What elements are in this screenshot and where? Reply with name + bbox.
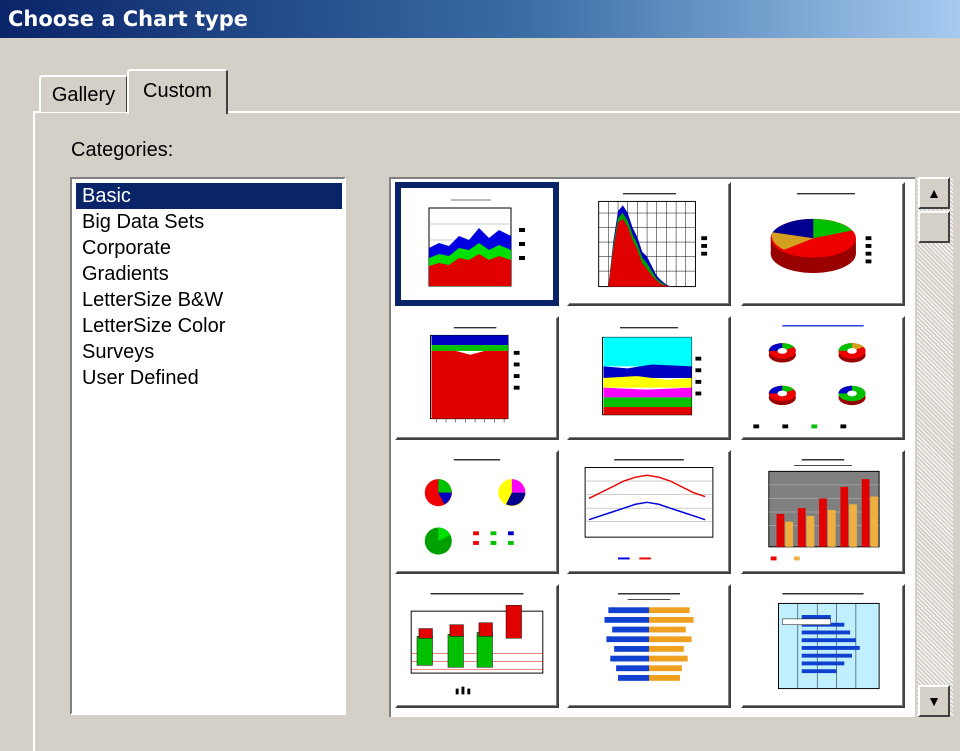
area-peak-preview: [598, 192, 708, 288]
chart-type-gallery: [389, 177, 915, 717]
category-item[interactable]: User Defined: [76, 365, 342, 391]
scroll-down-button[interactable]: ▼: [918, 685, 950, 717]
chart-thumbnail-line-markers[interactable]: [567, 450, 731, 574]
category-item[interactable]: Gradients: [76, 261, 342, 287]
category-item[interactable]: Surveys: [76, 339, 342, 365]
chart-thumbnail-3d-pie[interactable]: [741, 182, 905, 306]
chart-thumbnail-band-area[interactable]: [567, 316, 731, 440]
multi-doughnut-preview: [753, 325, 866, 429]
chart-thumbnail-multi-doughnut[interactable]: [741, 316, 905, 440]
tab-gallery[interactable]: Gallery: [39, 75, 128, 112]
scroll-up-button[interactable]: ▲: [918, 177, 950, 209]
3d-columns-preview: [410, 593, 544, 695]
arrow-down-icon: ▼: [927, 693, 941, 709]
category-item[interactable]: LetterSize Color: [76, 313, 342, 339]
gallery-scrollbar[interactable]: ▲ ▼: [917, 177, 953, 717]
chart-thumbnail-horizontal-bars[interactable]: [741, 584, 905, 708]
horizontal-bars-preview: [778, 593, 880, 690]
scroll-thumb[interactable]: [918, 211, 950, 243]
tab-custom[interactable]: Custom: [127, 69, 228, 114]
stacked-area-preview: [428, 199, 525, 287]
category-item[interactable]: LetterSize B&W: [76, 287, 342, 313]
chart-thumbnail-3-pies[interactable]: [395, 450, 559, 574]
3-pies-preview: [424, 459, 526, 555]
bar-gray-preview: [768, 459, 880, 561]
categories-list[interactable]: Basic Big Data Sets Corporate Gradients …: [70, 177, 346, 715]
category-item[interactable]: Corporate: [76, 235, 342, 261]
band-area-preview: [602, 326, 702, 416]
categories-label: Categories:: [71, 139, 174, 161]
3d-pie-preview: [770, 192, 872, 274]
category-item[interactable]: Big Data Sets: [76, 209, 342, 235]
chart-thumbnail-bar-gray[interactable]: [741, 450, 905, 574]
population-bars-preview: [604, 593, 694, 681]
line-markers-preview: [584, 459, 714, 560]
chart-thumbnail-stacked-area-3[interactable]: [395, 316, 559, 440]
chart-thumbnail-population-bars[interactable]: [567, 584, 731, 708]
window-title: Choose a Chart type: [0, 0, 960, 38]
arrow-up-icon: ▲: [927, 185, 941, 201]
chart-thumbnail-3d-columns[interactable]: [395, 584, 559, 708]
stacked-area-3-preview: [430, 326, 520, 423]
chart-thumbnail-stacked-area[interactable]: [395, 182, 559, 306]
chart-thumbnail-area-peak[interactable]: [567, 182, 731, 306]
category-item[interactable]: Basic: [76, 183, 342, 209]
